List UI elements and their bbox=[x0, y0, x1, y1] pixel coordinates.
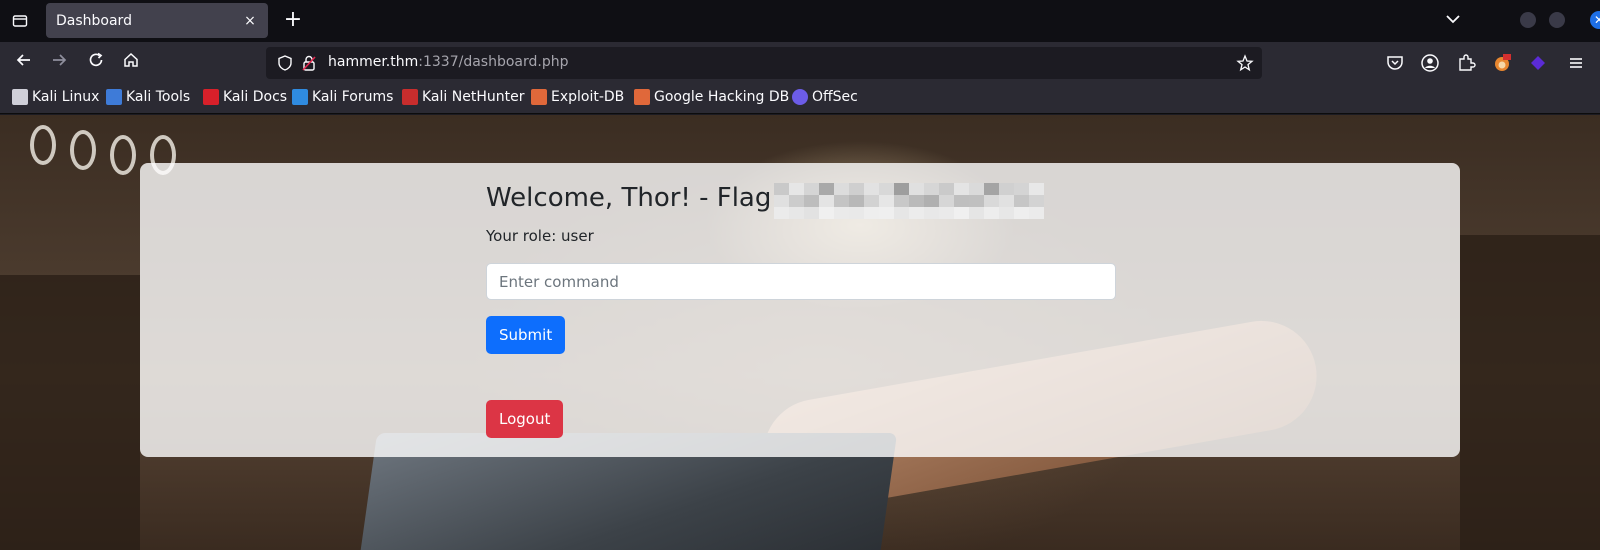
background-workbench-right bbox=[1460, 235, 1600, 550]
bookmark-kali-linux[interactable]: Kali Linux bbox=[12, 89, 99, 105]
redacted-flag bbox=[774, 183, 1044, 219]
background-hanging-tool bbox=[70, 130, 96, 170]
dashboard-card: Welcome, Thor! - Flag: Your role: user S… bbox=[140, 163, 1460, 457]
bookmark-kali-docs[interactable]: Kali Docs bbox=[203, 89, 287, 105]
bookmark-label: OffSec bbox=[812, 89, 858, 105]
page-content: Welcome, Thor! - Flag: Your role: user S… bbox=[0, 115, 1600, 550]
bookmark-label: Exploit-DB bbox=[551, 89, 625, 105]
nethunter-icon bbox=[402, 89, 418, 105]
insecure-lock-icon[interactable] bbox=[300, 54, 318, 72]
back-icon[interactable] bbox=[12, 51, 36, 75]
url-host: hammer.thm bbox=[328, 54, 419, 70]
logout-button[interactable]: Logout bbox=[486, 400, 564, 438]
bookmark-label: Kali Tools bbox=[126, 89, 191, 105]
exploitdb-icon bbox=[531, 89, 547, 105]
bookmarks-bar: Kali Linux Kali Tools Kali Docs Kali For… bbox=[0, 84, 1600, 114]
tab-title: Dashboard bbox=[56, 12, 132, 29]
bookmark-ghdb[interactable]: Google Hacking DB bbox=[634, 89, 789, 105]
bookmark-kali-forums[interactable]: Kali Forums bbox=[292, 89, 393, 105]
offsec-icon bbox=[792, 89, 808, 105]
bookmark-kali-tools[interactable]: Kali Tools bbox=[106, 89, 190, 105]
star-icon[interactable] bbox=[1236, 54, 1254, 72]
chevron-down-icon[interactable] bbox=[1442, 8, 1464, 34]
forward-icon[interactable] bbox=[47, 51, 71, 75]
kali-forums-icon bbox=[292, 89, 308, 105]
shield-icon[interactable] bbox=[276, 54, 294, 72]
submit-button[interactable]: Submit bbox=[486, 316, 566, 354]
kali-docs-icon bbox=[203, 89, 219, 105]
bookmark-offsec[interactable]: OffSec bbox=[792, 89, 858, 105]
bookmark-exploit-db[interactable]: Exploit-DB bbox=[531, 89, 624, 105]
home-icon[interactable] bbox=[119, 51, 143, 75]
window-close-icon[interactable]: ✕ bbox=[1590, 11, 1600, 29]
background-workbench-left bbox=[0, 275, 140, 550]
reload-icon[interactable] bbox=[84, 51, 108, 75]
minimize-icon[interactable] bbox=[1520, 12, 1536, 28]
extensions-icon[interactable] bbox=[1456, 53, 1476, 73]
pocket-icon[interactable] bbox=[1385, 53, 1405, 73]
user-role: Your role: user bbox=[486, 227, 594, 245]
url-text[interactable]: hammer.thm:1337/dashboard.php bbox=[328, 54, 569, 70]
tab-dashboard[interactable]: Dashboard × bbox=[46, 3, 268, 38]
url-path: :1337/dashboard.php bbox=[418, 54, 569, 70]
background-hanging-tool bbox=[110, 135, 136, 175]
extension-purple-icon[interactable] bbox=[1528, 53, 1548, 73]
foxyproxy-icon[interactable] bbox=[1492, 53, 1512, 73]
url-bar[interactable]: hammer.thm:1337/dashboard.php bbox=[266, 47, 1262, 79]
tab-list-icon[interactable] bbox=[0, 0, 40, 42]
tab-bar: Dashboard × + ✕ bbox=[0, 0, 1600, 42]
nav-bar: hammer.thm:1337/dashboard.php bbox=[0, 42, 1600, 84]
bookmark-label: Kali Docs bbox=[223, 89, 288, 105]
bookmark-label: Google Hacking DB bbox=[654, 89, 790, 105]
new-tab-button[interactable]: + bbox=[280, 8, 306, 34]
kali-dragon-icon bbox=[12, 89, 28, 105]
bookmark-label: Kali Linux bbox=[32, 89, 100, 105]
bookmark-label: Kali NetHunter bbox=[422, 89, 525, 105]
ghdb-icon bbox=[634, 89, 650, 105]
close-icon[interactable]: × bbox=[242, 13, 258, 29]
account-icon[interactable] bbox=[1420, 53, 1440, 73]
maximize-icon[interactable] bbox=[1549, 12, 1565, 28]
background-hanging-tool bbox=[30, 125, 56, 165]
kali-tools-icon bbox=[106, 89, 122, 105]
command-input[interactable] bbox=[486, 263, 1116, 300]
bookmark-label: Kali Forums bbox=[312, 89, 394, 105]
menu-icon[interactable] bbox=[1566, 53, 1586, 73]
welcome-heading: Welcome, Thor! - Flag: bbox=[486, 183, 781, 213]
bookmark-kali-nethunter[interactable]: Kali NetHunter bbox=[402, 89, 524, 105]
